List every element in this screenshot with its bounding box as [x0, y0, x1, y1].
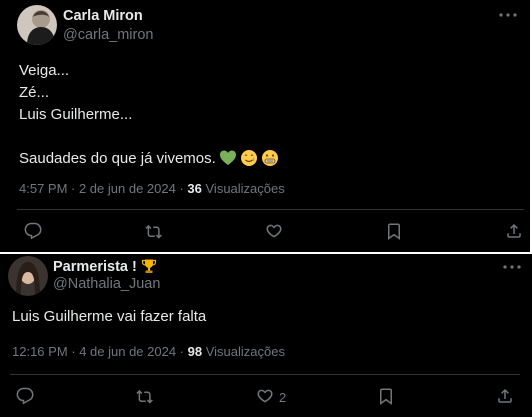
- author-name[interactable]: Parmerista !: [53, 258, 157, 278]
- timestamp[interactable]: 12:16 PM · 4 de jun de 2024 ·: [12, 344, 184, 359]
- action-bar: 2: [0, 387, 532, 411]
- divider: [17, 209, 524, 210]
- author-name-text[interactable]: Parmerista !: [53, 259, 137, 275]
- author-name[interactable]: Carla Miron: [63, 8, 143, 24]
- author-handle[interactable]: @Nathalia_Juan: [53, 276, 160, 292]
- tweet-meta: 12:16 PM · 4 de jun de 2024 · 98 Visuali…: [12, 344, 285, 359]
- tweet-text-line: Saudades do que já vivemos.: [19, 150, 216, 167]
- views-count: 36: [187, 181, 202, 196]
- tweet-card[interactable]: Parmerista ! @Nathalia_Juan Luis Guilher…: [0, 254, 532, 417]
- tweet-text-line: Luis Guilherme vai fazer falta: [12, 308, 207, 325]
- tweet-text-line: Veiga...: [19, 62, 70, 79]
- retweet-icon[interactable]: [136, 387, 158, 409]
- timestamp[interactable]: 4:57 PM · 2 de jun de 2024 ·: [19, 181, 184, 196]
- divider: [10, 374, 520, 375]
- reply-icon[interactable]: [16, 387, 38, 409]
- avatar[interactable]: [8, 256, 48, 296]
- action-bar: [0, 222, 530, 246]
- like-count: 2: [279, 390, 287, 405]
- retweet-icon[interactable]: [145, 222, 167, 244]
- share-icon[interactable]: [505, 222, 527, 244]
- tweet-text-line: Zé...: [19, 84, 50, 101]
- bookmark-icon[interactable]: [377, 387, 399, 409]
- views-label: Visualizações: [205, 344, 285, 359]
- tweet-meta: 4:57 PM · 2 de jun de 2024 · 36 Visualiz…: [19, 181, 285, 196]
- more-options-icon[interactable]: [502, 260, 522, 272]
- author-handle[interactable]: @carla_miron: [63, 27, 153, 43]
- tweet-text: Luis Guilherme vai fazer falta: [12, 306, 206, 328]
- trophy-icon: [141, 258, 157, 278]
- views-label: Visualizações: [205, 181, 285, 196]
- tweet-text: Veiga... Zé... Luis Guilherme... Saudade…: [19, 60, 279, 170]
- smiling-face-with-tear-icon: [240, 149, 258, 174]
- tweet-card[interactable]: Carla Miron @carla_miron Veiga... Zé... …: [0, 0, 530, 252]
- reply-icon[interactable]: [24, 222, 46, 244]
- avatar[interactable]: [17, 5, 57, 45]
- tweet-text-line: Luis Guilherme...: [19, 106, 133, 123]
- like-icon[interactable]: [265, 222, 287, 244]
- bookmark-icon[interactable]: [385, 222, 407, 244]
- green-heart-icon: [219, 149, 237, 174]
- views-count: 98: [187, 344, 203, 359]
- share-icon[interactable]: [496, 387, 518, 409]
- tweet-text-line-with-emoji: Saudades do que já vivemos.: [19, 148, 279, 170]
- like-icon[interactable]: [256, 387, 278, 409]
- grimacing-face-icon: [261, 149, 279, 174]
- more-options-icon[interactable]: [498, 8, 518, 20]
